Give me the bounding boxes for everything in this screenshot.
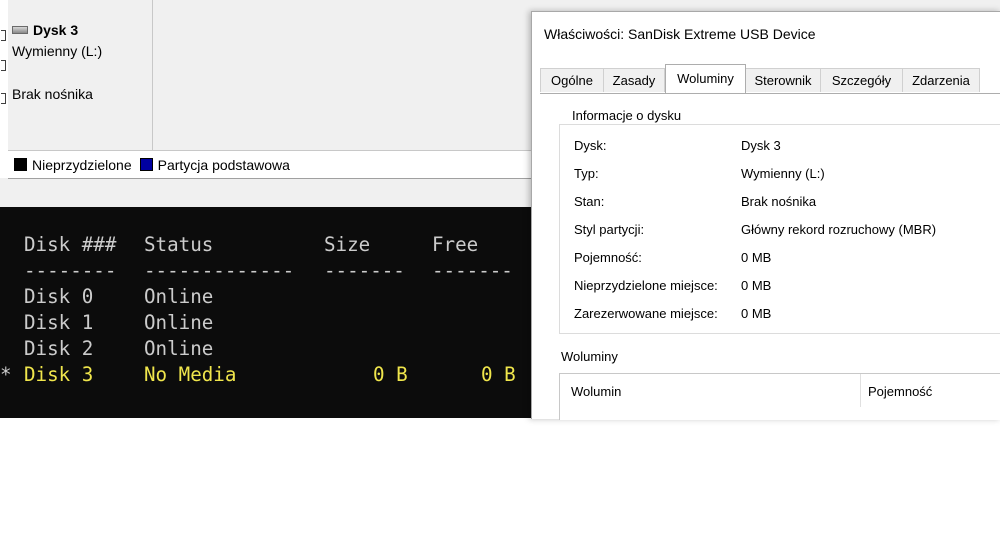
separator: ------------- bbox=[144, 259, 295, 282]
prop-label-disk: Dysk: bbox=[574, 138, 607, 153]
tab-volumes[interactable]: Woluminy bbox=[665, 64, 746, 93]
volumes-list[interactable]: Wolumin Pojemność bbox=[559, 373, 1000, 420]
row-size: 0 B bbox=[373, 363, 408, 386]
disk-name-row: Dysk 3 bbox=[12, 22, 78, 38]
header-free: Free bbox=[432, 233, 479, 256]
disk-drive-icon bbox=[12, 26, 28, 34]
tab-general[interactable]: Ogólne bbox=[540, 68, 604, 92]
row-free: 0 B bbox=[481, 363, 516, 386]
volumes-section-title: Woluminy bbox=[561, 349, 618, 364]
row-disk: Disk 0 bbox=[24, 285, 94, 308]
row-disk: Disk 3 bbox=[24, 363, 94, 386]
prop-value-disk: Dysk 3 bbox=[741, 138, 781, 153]
column-header-capacity[interactable]: Pojemność bbox=[868, 384, 932, 399]
prop-label-partition-style: Styl partycji: bbox=[574, 222, 645, 237]
row-disk: Disk 1 bbox=[24, 311, 94, 334]
edge-mark bbox=[1, 93, 6, 104]
prop-value-unallocated: 0 MB bbox=[741, 278, 772, 293]
edge-mark bbox=[1, 30, 6, 41]
prop-label-type: Typ: bbox=[574, 166, 599, 181]
disk-info-group-title: Informacje o dysku bbox=[568, 108, 686, 123]
column-header-volume[interactable]: Wolumin bbox=[571, 384, 621, 399]
row-status: Online bbox=[144, 311, 214, 334]
disk-media-status: Brak nośnika bbox=[12, 86, 93, 102]
row-status: No Media bbox=[144, 363, 237, 386]
console-row-selected: * Disk 3 No Media 0 B 0 B bbox=[0, 362, 516, 388]
console-separator-row: -------- ------------- ------- ------- bbox=[0, 258, 513, 284]
separator: ------- bbox=[432, 259, 513, 282]
row-status: Online bbox=[144, 285, 214, 308]
legend-unallocated: Nieprzydzielone bbox=[14, 157, 132, 173]
separator: ------- bbox=[324, 259, 405, 282]
properties-dialog: Właściwości: SanDisk Extreme USB Device … bbox=[531, 11, 1000, 420]
disk-type: Wymienny (L:) bbox=[12, 43, 103, 59]
prop-value-reserved: 0 MB bbox=[741, 306, 772, 321]
legend-label: Partycja podstawowa bbox=[157, 156, 290, 173]
prop-label-capacity: Pojemność: bbox=[574, 250, 642, 265]
console-header-row: Disk ### Status Size Free bbox=[0, 232, 478, 258]
disk-name: Dysk 3 bbox=[33, 22, 79, 38]
prop-label-reserved: Zarezerwowane miejsce: bbox=[574, 306, 718, 321]
prop-label-unallocated: Nieprzydzielone miejsce: bbox=[574, 278, 718, 293]
selected-marker: * bbox=[0, 363, 12, 386]
row-status: Online bbox=[144, 337, 214, 360]
tab-driver[interactable]: Sterownik bbox=[745, 68, 821, 92]
header-size: Size bbox=[324, 233, 371, 256]
tab-events[interactable]: Zdarzenia bbox=[902, 68, 980, 92]
console-row: Disk 2 Online bbox=[0, 336, 213, 362]
prop-value-type: Wymienny (L:) bbox=[741, 166, 825, 181]
legend-primary-partition: Partycja podstawowa bbox=[139, 156, 290, 173]
console-row: Disk 1 Online bbox=[0, 310, 213, 336]
prop-value-partition-style: Główny rekord rozruchowy (MBR) bbox=[741, 222, 937, 237]
row-disk: Disk 2 bbox=[24, 337, 94, 360]
prop-value-capacity: 0 MB bbox=[741, 250, 772, 265]
header-status: Status bbox=[144, 233, 214, 256]
header-disk: Disk ### bbox=[24, 233, 117, 256]
edge-mark bbox=[1, 60, 6, 71]
tab-details[interactable]: Szczegóły bbox=[820, 68, 903, 92]
column-divider[interactable] bbox=[860, 374, 861, 407]
console-row: Disk 0 Online bbox=[0, 284, 213, 310]
legend-swatch-unallocated bbox=[14, 158, 27, 171]
legend-swatch-primary bbox=[139, 158, 153, 171]
tab-bar: Ogólne Zasady Woluminy Sterownik Szczegó… bbox=[532, 64, 1000, 93]
prop-value-status: Brak nośnika bbox=[741, 194, 817, 209]
legend-label: Nieprzydzielone bbox=[32, 156, 132, 173]
separator: -------- bbox=[24, 259, 117, 282]
tab-policies[interactable]: Zasady bbox=[603, 68, 665, 92]
prop-label-status: Stan: bbox=[574, 194, 605, 209]
dialog-title: Właściwości: SanDisk Extreme USB Device bbox=[544, 26, 816, 42]
